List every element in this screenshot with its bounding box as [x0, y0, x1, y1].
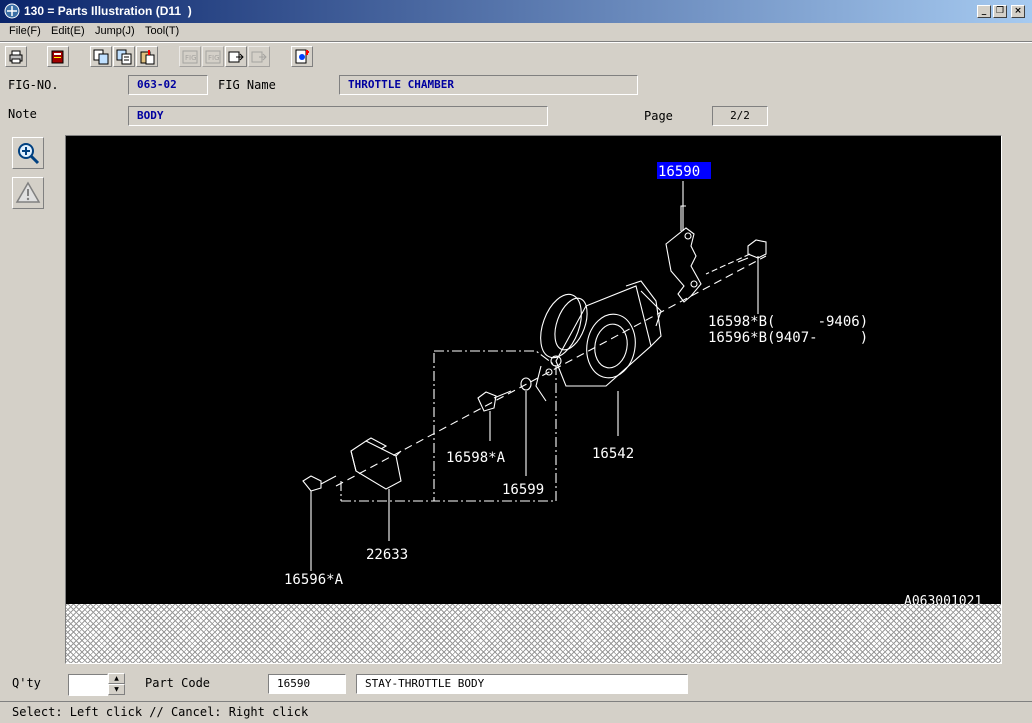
bolt-16598b-part[interactable] [705, 239, 767, 275]
label-16598a[interactable]: 16598*A [446, 450, 506, 466]
toolbar-divider [0, 41, 1032, 43]
menu-tool[interactable]: Tool(T) [145, 25, 179, 37]
bolt-16598a-part[interactable] [477, 390, 512, 412]
label-16596b[interactable]: 16596*B(9407- ) [708, 330, 868, 346]
fig-last-button[interactable] [248, 46, 270, 67]
qty-up-button[interactable]: ▲ [108, 673, 125, 684]
qty-label: Q'ty [12, 676, 41, 690]
copy-all-icon [116, 49, 132, 65]
fig-name-field: THROTTLE CHAMBER [339, 75, 638, 95]
qty-input[interactable] [68, 674, 108, 696]
note-field: BODY [128, 106, 548, 126]
drawing-id: A063001021 [904, 594, 982, 604]
group-box-1 [433, 350, 557, 502]
sensor-22633-part[interactable] [350, 437, 402, 490]
label-16598b[interactable]: 16598*B( -9406) [708, 314, 868, 330]
part-code-label: Part Code [145, 676, 211, 690]
search-doc-icon [295, 49, 309, 64]
fig-first-icon: FIG [182, 50, 198, 64]
throttle-chamber-diagram: 16590 16598*B( -9406) 16596*B(9407- ) 16… [284, 162, 982, 604]
zoom-in-button[interactable] [12, 137, 44, 169]
fig-no-label: FIG-NO. [8, 78, 59, 92]
fig-last-icon [251, 51, 267, 63]
book-button[interactable] [47, 46, 69, 67]
warning-icon [15, 181, 41, 203]
menu-bar: File(F) Edit(E) Jump(J) Tool(T) [0, 23, 1032, 41]
fig-name-label: FIG Name [218, 78, 276, 92]
title-bar: 130 = Parts Illustration (D11 ) _ ❐ × [0, 0, 1032, 23]
fig-next-button[interactable] [225, 46, 247, 67]
part-code-field: 16590 [268, 674, 346, 694]
label-22633[interactable]: 22633 [366, 547, 408, 563]
svg-text:FIG: FIG [208, 54, 220, 62]
page-field: 2/2 [712, 106, 768, 126]
screw-16596a-part[interactable] [302, 475, 337, 492]
copy-all-button[interactable] [113, 46, 135, 67]
minimize-button[interactable]: _ [977, 5, 991, 18]
close-button[interactable]: × [1011, 5, 1025, 18]
label-16596a[interactable]: 16596*A [284, 572, 344, 588]
hatched-area [66, 604, 1001, 663]
copy-icon [93, 49, 109, 65]
part-name-field: STAY-THROTTLE BODY [356, 674, 688, 694]
menu-edit[interactable]: Edit(E) [51, 25, 85, 37]
print-button[interactable] [5, 46, 27, 67]
label-16542[interactable]: 16542 [592, 446, 634, 462]
paste-button[interactable] [136, 46, 158, 67]
paste-icon [140, 50, 155, 65]
window-title: 130 = Parts Illustration (D11 ) [24, 4, 192, 18]
qty-stepper[interactable]: ▲ ▼ [108, 673, 125, 695]
illustration-canvas[interactable]: 16590 16598*B( -9406) 16596*B(9407- ) 16… [65, 135, 1002, 664]
app-icon [4, 3, 20, 19]
restore-button[interactable]: ❐ [993, 5, 1007, 18]
qty-down-button[interactable]: ▼ [108, 684, 125, 695]
fig-first-button[interactable]: FIG [179, 46, 201, 67]
fig-no-field: 063-02 [128, 75, 208, 95]
zoom-in-icon [18, 143, 40, 165]
label-16590[interactable]: 16590 [658, 164, 700, 180]
page-label: Page [644, 109, 673, 123]
book-icon [51, 50, 64, 64]
label-16599[interactable]: 16599 [502, 482, 544, 498]
fig-prev-button[interactable]: FIG [202, 46, 224, 67]
copy-button[interactable] [90, 46, 112, 67]
print-icon [9, 50, 23, 64]
warning-button[interactable] [12, 177, 44, 209]
menu-file[interactable]: File(F) [9, 25, 41, 37]
svg-text:FIG: FIG [185, 54, 197, 62]
menu-jump[interactable]: Jump(J) [95, 25, 135, 37]
throttle-body-part[interactable] [533, 280, 662, 402]
note-label: Note [8, 107, 37, 121]
status-bar: Select: Left click // Cancel: Right clic… [0, 701, 1032, 723]
fig-next-icon [228, 51, 244, 63]
fig-prev-icon: FIG [205, 50, 221, 64]
search-doc-button[interactable] [291, 46, 313, 67]
